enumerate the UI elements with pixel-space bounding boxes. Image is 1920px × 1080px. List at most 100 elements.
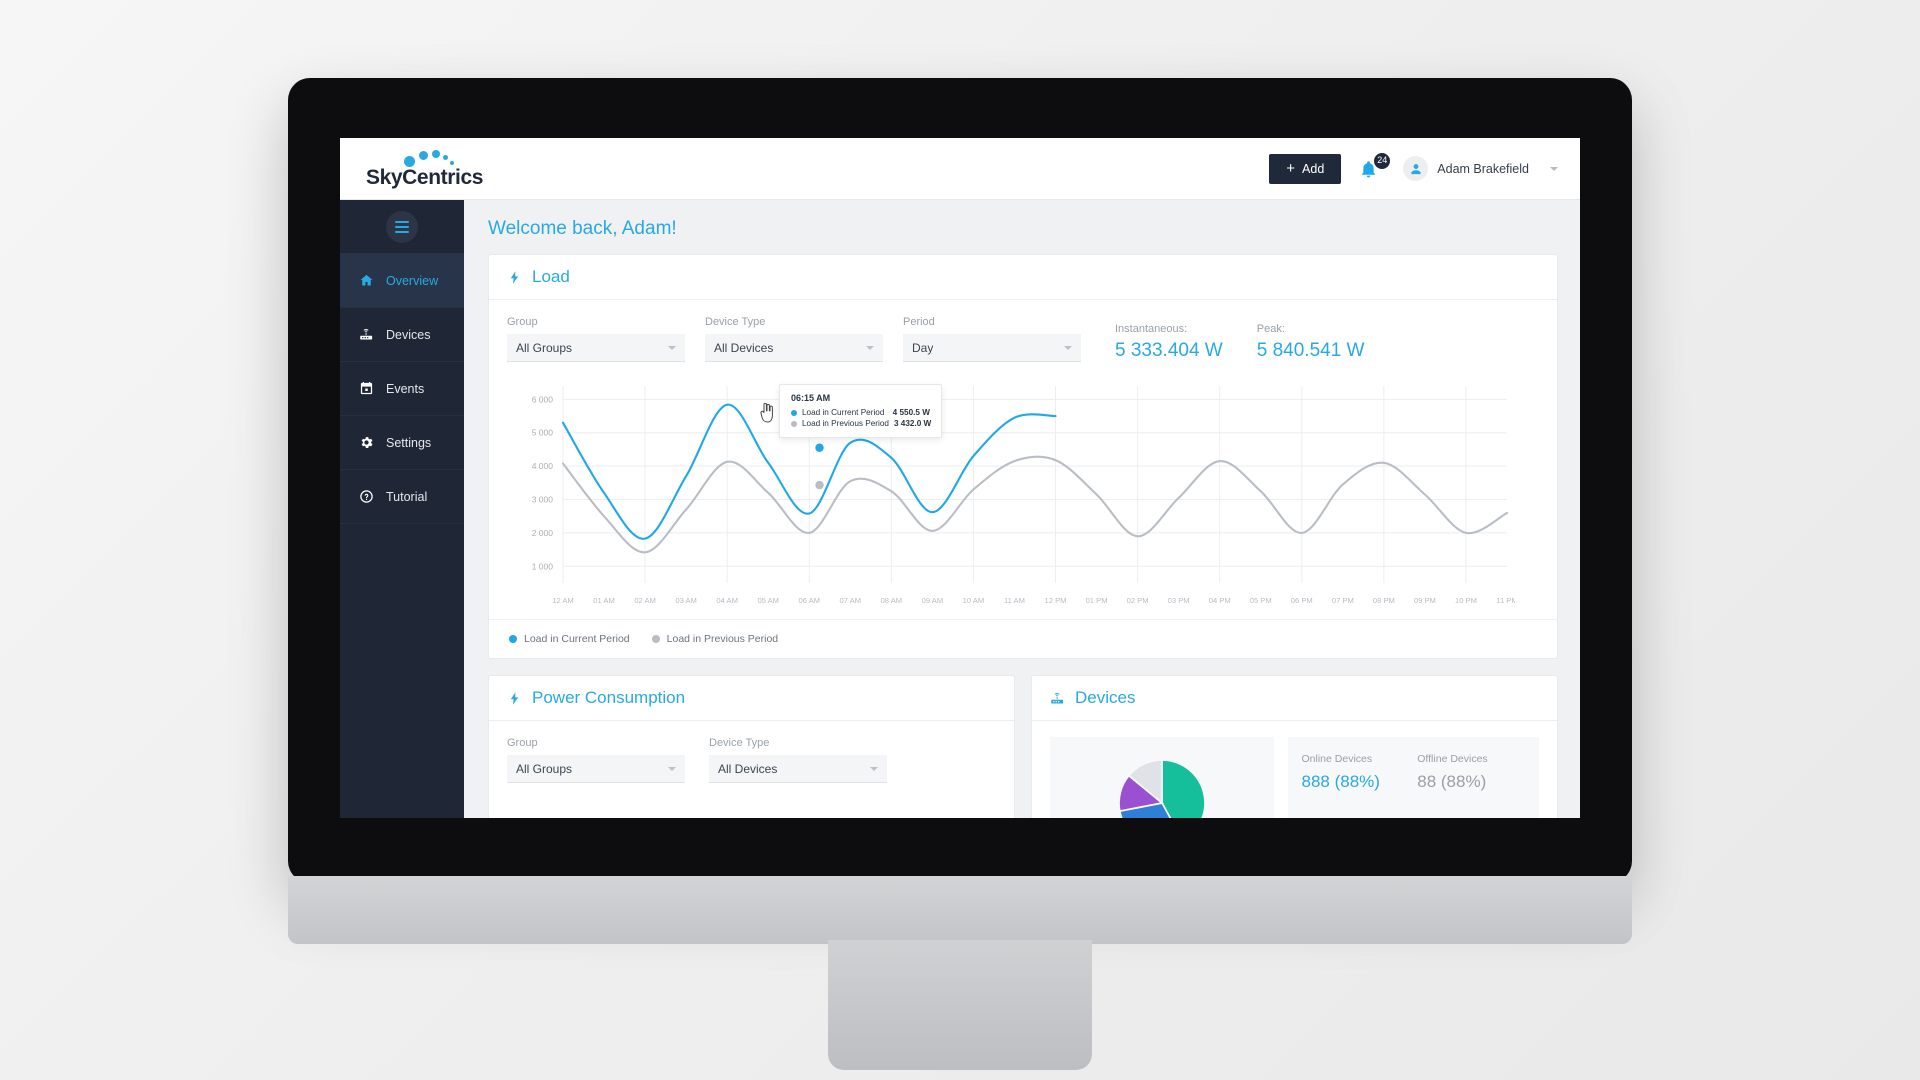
add-button-label: Add <box>1302 161 1325 176</box>
device-type-select-value: All Devices <box>714 340 774 355</box>
sidebar-item-label: Settings <box>386 435 432 450</box>
devices-donut-chart[interactable] <box>1050 737 1274 818</box>
series-dot-previous <box>791 420 797 427</box>
hamburger-menu-button[interactable] <box>386 210 418 243</box>
load-card-header: Load <box>489 255 1557 300</box>
calendar-icon <box>358 380 375 397</box>
peak-stat: Peak: 5 840.541 W <box>1257 323 1365 362</box>
user-menu[interactable]: Adam Brakefield <box>1403 156 1558 181</box>
svg-text:06 AM: 06 AM <box>798 596 820 605</box>
offline-devices-label: Offline Devices <box>1417 753 1488 765</box>
legend-label-current: Load in Current Period <box>524 633 630 645</box>
sidebar-item-settings[interactable]: Settings <box>340 416 464 470</box>
svg-text:5 000: 5 000 <box>532 428 554 438</box>
brand-logo[interactable]: SkyCentrics <box>366 147 484 191</box>
instantaneous-label: Instantaneous: <box>1115 323 1188 335</box>
offline-devices-value: 88 (88%) <box>1417 772 1487 791</box>
power-device-type-select[interactable]: All Devices <box>709 755 887 783</box>
group-select[interactable]: All Groups <box>507 334 685 362</box>
svg-text:2 000: 2 000 <box>532 528 554 538</box>
tooltip-previous-name: Load in Previous Period <box>802 419 889 428</box>
group-filter: Group All Groups <box>507 316 685 362</box>
period-select-value: Day <box>912 340 934 355</box>
header-actions: + Add 24 Adam Brakefield <box>1269 152 1558 184</box>
power-group-select[interactable]: All Groups <box>507 755 685 783</box>
svg-text:08 AM: 08 AM <box>881 596 903 605</box>
user-name: Adam Brakefield <box>1437 161 1529 176</box>
notification-badge: 24 <box>1374 152 1391 169</box>
notifications-button[interactable]: 24 <box>1359 152 1391 182</box>
chevron-down-icon <box>870 766 878 771</box>
group-select-value: All Groups <box>516 340 573 355</box>
tooltip-row-previous: Load in Previous Period 3 432.0 W <box>791 419 931 428</box>
hamburger-bar <box>395 220 409 223</box>
svg-text:04 PM: 04 PM <box>1209 596 1231 605</box>
svg-text:05 PM: 05 PM <box>1250 596 1272 605</box>
sidebar-item-tutorial[interactable]: Tutorial <box>340 470 464 524</box>
router-icon <box>1050 691 1065 706</box>
page-title: Welcome back, Adam! <box>488 218 677 239</box>
chevron-down-icon[interactable] <box>1550 166 1558 171</box>
legend-item-current[interactable]: Load in Current Period <box>509 633 630 645</box>
router-icon <box>358 326 375 343</box>
group-filter-label: Group <box>507 316 538 328</box>
svg-text:1 000: 1 000 <box>532 561 554 571</box>
chart-legend: Load in Current Period Load in Previous … <box>489 619 1557 658</box>
svg-text:03 AM: 03 AM <box>675 596 697 605</box>
hamburger-bar <box>395 230 409 233</box>
load-chart[interactable]: 1 000 2 000 3 000 4 000 5 000 6 000 12 AM 01 AM… <box>507 378 1539 613</box>
app-body: Overview Devices Events Settings Tutoria… <box>340 200 1580 818</box>
load-filters: Group All Groups Device Type All Devices <box>489 300 1557 372</box>
series-dot-current <box>791 409 797 416</box>
sidebar-item-label: Tutorial <box>386 489 428 504</box>
power-consumption-card: Power Consumption Group All Groups Devic… <box>488 675 1015 818</box>
period-filter: Period Day <box>903 316 1081 362</box>
period-select[interactable]: Day <box>903 334 1081 362</box>
devices-card: Devices Online Devices 888 (88%) Offline… <box>1031 675 1558 818</box>
chevron-down-icon <box>866 345 874 350</box>
power-device-type-label: Device Type <box>709 737 770 749</box>
power-device-type-filter: Device Type All Devices <box>709 737 887 783</box>
sidebar-item-devices[interactable]: Devices <box>340 308 464 362</box>
chevron-down-icon <box>668 345 676 350</box>
device-type-select[interactable]: All Devices <box>705 334 883 362</box>
sidebar-item-label: Overview <box>386 273 439 288</box>
lightning-bolt-icon <box>507 270 522 285</box>
svg-text:12 PM: 12 PM <box>1045 596 1067 605</box>
svg-text:04 AM: 04 AM <box>716 596 738 605</box>
screen: SkyCentrics + Add 24 Adam Brakefield Ove… <box>340 138 1580 818</box>
sidebar-item-label: Devices <box>386 327 431 342</box>
power-group-label: Group <box>507 737 538 749</box>
avatar <box>1403 156 1429 181</box>
bottom-cards-row: Power Consumption Group All Groups Devic… <box>488 675 1558 818</box>
power-device-type-value: All Devices <box>718 761 778 776</box>
sidebar-item-label: Events <box>386 381 425 396</box>
devices-card-header: Devices <box>1032 676 1557 721</box>
tooltip-row-current: Load in Current Period 4 550.5 W <box>791 408 930 417</box>
instantaneous-value: 5 333.404 W <box>1115 340 1223 361</box>
legend-item-previous[interactable]: Load in Previous Period <box>651 633 778 645</box>
monitor-stand-neck <box>828 940 1092 1070</box>
sidebar-item-overview[interactable]: Overview <box>340 254 464 308</box>
legend-dot-current <box>509 635 517 643</box>
question-circle-icon <box>358 488 375 505</box>
sidebar-item-events[interactable]: Events <box>340 362 464 416</box>
svg-text:07 PM: 07 PM <box>1332 596 1354 605</box>
chevron-down-icon <box>1064 345 1072 350</box>
device-type-filter-label: Device Type <box>705 316 766 328</box>
load-card: Load Group All Groups Device Type All De… <box>488 254 1558 659</box>
online-devices-value: 888 (88%) <box>1301 772 1380 791</box>
svg-text:09 AM: 09 AM <box>922 596 944 605</box>
user-avatar-icon <box>1411 163 1421 174</box>
svg-text:10 PM: 10 PM <box>1455 596 1477 605</box>
svg-text:3 000: 3 000 <box>532 495 554 505</box>
add-button[interactable]: + Add <box>1269 153 1342 184</box>
tooltip-current-name: Load in Current Period <box>802 408 885 417</box>
period-filter-label: Period <box>903 316 935 328</box>
svg-text:12 AM: 12 AM <box>552 596 574 605</box>
instantaneous-stat: Instantaneous: 5 333.404 W <box>1115 323 1223 362</box>
offline-devices-stat: Offline Devices 88 (88%) <box>1417 753 1525 818</box>
svg-text:07 AM: 07 AM <box>840 596 862 605</box>
load-chart-svg: 1 000 2 000 3 000 4 000 5 000 6 000 12 AM 01 AM… <box>532 386 1515 605</box>
brand-name-part1: Sky <box>366 165 403 189</box>
